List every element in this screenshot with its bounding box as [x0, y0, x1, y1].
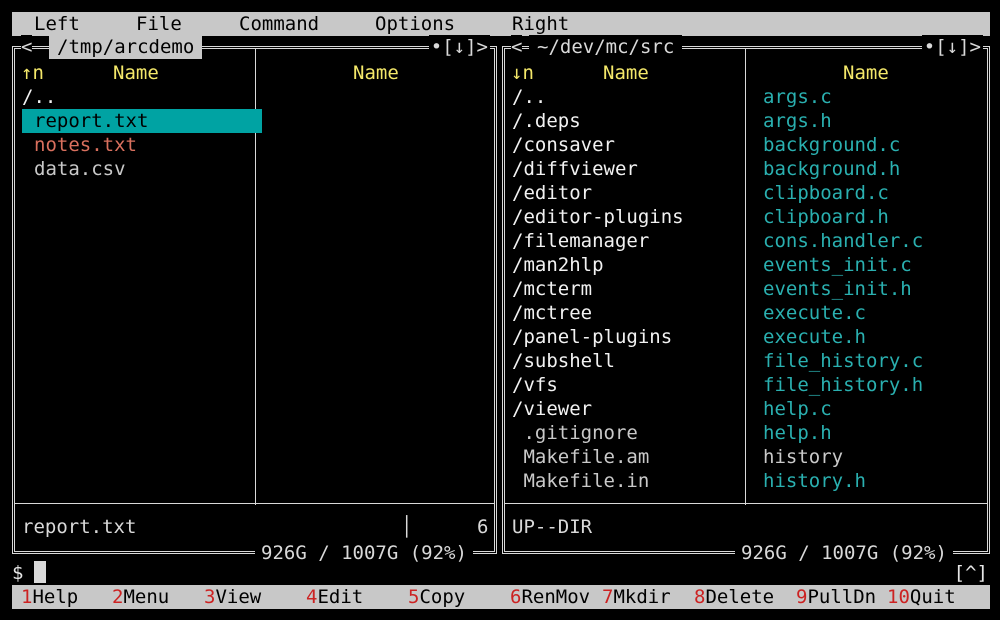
- fkey-9[interactable]: 9PullDn: [796, 585, 876, 609]
- file-entry[interactable]: args.c: [763, 85, 987, 109]
- file-entry[interactable]: execute.c: [763, 301, 987, 325]
- file-entry[interactable]: /mctree: [512, 301, 740, 325]
- command-history-hint[interactable]: [^]: [954, 561, 988, 585]
- file-entry[interactable]: /diffviewer: [512, 157, 740, 181]
- file-entry[interactable]: /..: [512, 85, 740, 109]
- right-col2-header[interactable]: Name: [843, 61, 889, 85]
- right-col1-header[interactable]: Name: [603, 61, 649, 85]
- left-status-size: 6: [477, 516, 489, 538]
- file-entry[interactable]: /..: [22, 85, 250, 109]
- left-sort-indicator[interactable]: ↑n: [21, 61, 44, 85]
- left-panel-sort-control[interactable]: •[↓]>: [428, 35, 490, 59]
- fkey-10[interactable]: 10Quit: [887, 585, 956, 609]
- right-panel-status-divider: [505, 503, 987, 504]
- command-prompt: $: [12, 562, 24, 584]
- file-entry[interactable]: /editor: [512, 181, 740, 205]
- file-entry[interactable]: data.csv: [22, 157, 262, 181]
- file-entry[interactable]: /vfs: [512, 373, 740, 397]
- left-col2-header[interactable]: Name: [353, 61, 399, 85]
- file-entry[interactable]: history.h: [763, 469, 987, 493]
- file-entry[interactable]: /subshell: [512, 349, 740, 373]
- file-entry[interactable]: /filemanager: [512, 229, 740, 253]
- file-entry[interactable]: /consaver: [512, 133, 740, 157]
- left-col1-header[interactable]: Name: [113, 61, 159, 85]
- file-entry[interactable]: file_history.c: [763, 349, 987, 373]
- fkey-8[interactable]: 8Delete: [694, 585, 774, 609]
- file-entry[interactable]: notes.txt: [22, 133, 262, 157]
- file-entry[interactable]: file_history.h: [763, 373, 987, 397]
- right-status-filename: UP--DIR: [512, 516, 593, 538]
- right-panel-column-divider: [745, 49, 746, 505]
- fkey-3[interactable]: 3View: [204, 585, 261, 609]
- fkey-1[interactable]: 1Help: [21, 585, 78, 609]
- fkey-2[interactable]: 2Menu: [112, 585, 169, 609]
- right-panel-path[interactable]: ~/dev/mc/src: [529, 35, 683, 59]
- file-entry[interactable]: execute.h: [763, 325, 987, 349]
- command-line[interactable]: $ [^]: [12, 561, 990, 585]
- file-entry[interactable]: /panel-plugins: [512, 325, 740, 349]
- fkey-4[interactable]: 4Edit: [306, 585, 363, 609]
- menu-options[interactable]: Options: [375, 12, 455, 36]
- left-panel-path[interactable]: /tmp/arcdemo: [49, 35, 203, 59]
- file-entry[interactable]: args.h: [763, 109, 987, 133]
- left-panel[interactable]: < /tmp/arcdemo •[↓]> ↑n Name Name /.. rep…: [12, 35, 497, 565]
- fkey-6[interactable]: 6RenMov: [510, 585, 590, 609]
- menu-left[interactable]: Left: [34, 12, 80, 36]
- file-entry[interactable]: .gitignore: [512, 421, 740, 445]
- left-panel-left-control[interactable]: <: [21, 35, 33, 59]
- file-entry[interactable]: /man2hlp: [512, 253, 740, 277]
- fkey-7[interactable]: 7Mkdir: [602, 585, 671, 609]
- right-panel-left-control[interactable]: <: [511, 35, 523, 59]
- right-panel[interactable]: < ~/dev/mc/src •[↓]> ↓n Name Name /../.d…: [502, 35, 990, 565]
- menu-bar: Left File Command Options Right: [12, 12, 990, 36]
- file-entry[interactable]: /viewer: [512, 397, 740, 421]
- file-entry[interactable]: help.c: [763, 397, 987, 421]
- file-entry[interactable]: Makefile.in: [512, 469, 740, 493]
- file-entry[interactable]: background.h: [763, 157, 987, 181]
- left-panel-status-divider: [15, 503, 494, 504]
- right-panel-sort-control[interactable]: •[↓]>: [921, 35, 983, 59]
- file-entry[interactable]: /editor-plugins: [512, 205, 740, 229]
- file-entry[interactable]: events_init.c: [763, 253, 987, 277]
- left-status-filename: report.txt: [22, 516, 137, 538]
- file-entry[interactable]: clipboard.c: [763, 181, 987, 205]
- menu-command[interactable]: Command: [239, 12, 319, 36]
- file-entry[interactable]: background.c: [763, 133, 987, 157]
- file-entry[interactable]: /.deps: [512, 109, 740, 133]
- right-sort-indicator[interactable]: ↓n: [511, 61, 534, 85]
- file-entry[interactable]: cons.handler.c: [763, 229, 987, 253]
- command-cursor: [34, 561, 46, 583]
- function-key-bar: 1Help 2Menu 3View 4Edit 5Copy 6RenMov 7M…: [12, 585, 990, 609]
- file-entry[interactable]: history: [763, 445, 987, 469]
- fkey-5[interactable]: 5Copy: [408, 585, 465, 609]
- menu-file[interactable]: File: [136, 12, 182, 36]
- file-entry-selected[interactable]: report.txt: [22, 109, 262, 133]
- left-status-divider: │: [401, 516, 413, 538]
- file-entry[interactable]: clipboard.h: [763, 205, 987, 229]
- file-entry[interactable]: Makefile.am: [512, 445, 740, 469]
- file-entry[interactable]: help.h: [763, 421, 987, 445]
- menu-right[interactable]: Right: [512, 12, 569, 36]
- file-entry[interactable]: events_init.h: [763, 277, 987, 301]
- file-entry[interactable]: /mcterm: [512, 277, 740, 301]
